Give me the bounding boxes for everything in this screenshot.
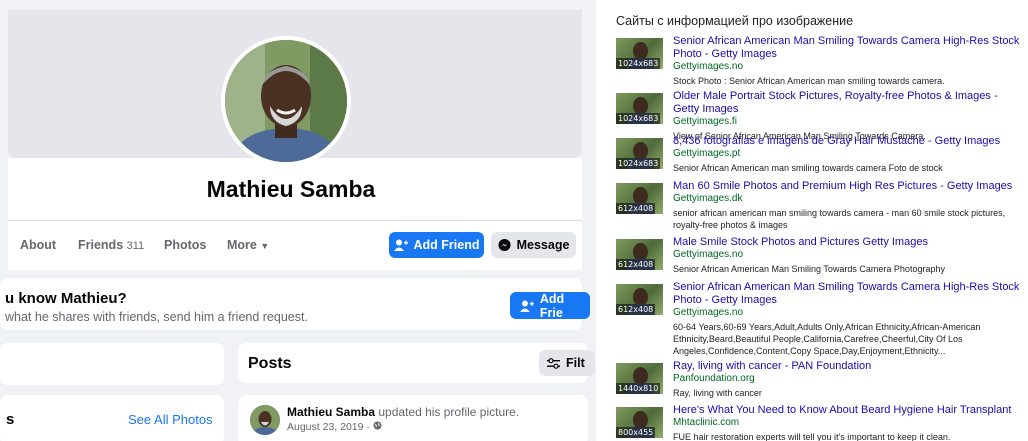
result-thumbnail[interactable]: 1024x683 — [616, 138, 663, 169]
thumbnail-dimensions: 1024x683 — [616, 58, 661, 69]
result-title-link[interactable]: Ray, living with cancer - PAN Foundation — [673, 360, 1025, 373]
result-thumbnail[interactable]: 1440x810 — [616, 363, 663, 394]
friends-count: 311 — [126, 240, 145, 252]
photos-heading: s — [6, 411, 15, 428]
results-heading: Сайты с информацией про изображение — [616, 14, 854, 28]
thumbnail-dimensions: 1440x810 — [616, 383, 661, 394]
image-search-results-panel: Сайты с информацией про изображение 1024… — [596, 0, 1028, 441]
filters-label: Filt — [566, 356, 585, 370]
message-button[interactable]: Message — [491, 232, 576, 258]
thumbnail-dimensions: 612x408 — [616, 259, 656, 270]
profile-picture[interactable] — [221, 36, 351, 166]
add-friend-card-label: Add Frie — [539, 291, 565, 320]
result-thumbnail[interactable]: 800x455 — [616, 407, 663, 438]
result-title-link[interactable]: Man 60 Smile Photos and Premium High Res… — [673, 180, 1025, 193]
post-author-name[interactable]: Mathieu Samba — [287, 405, 375, 419]
post-meta: August 23, 2019 · — [287, 421, 382, 433]
tab-about-label: About — [20, 238, 57, 252]
post-date[interactable]: August 23, 2019 · — [287, 421, 373, 433]
tab-photos[interactable]: Photos — [164, 238, 206, 252]
result-description: Ray, living with cancer — [673, 388, 762, 398]
know-prompt-subtitle: what he shares with friends, send him a … — [5, 310, 308, 324]
post-header-line: Mathieu Samba updated his profile pictur… — [287, 405, 519, 419]
tab-more[interactable]: More ▼ — [227, 238, 269, 252]
result-source[interactable]: Gettyimages.pt — [673, 148, 1025, 160]
result-title-link[interactable]: Older Male Portrait Stock Pictures, Roya… — [673, 90, 1025, 116]
profile-name: Mathieu Samba — [206, 176, 376, 202]
thumbnail-dimensions: 612x408 — [616, 304, 656, 315]
result-description: Senior African American Man Smiling Towa… — [673, 264, 945, 274]
result-description: 60-64 Years,60-69 Years,Adult,Adults Onl… — [673, 322, 981, 356]
caret-down-icon: ▼ — [260, 241, 270, 251]
thumbnail-dimensions: 800x455 — [616, 427, 656, 438]
result-title-link[interactable]: 8,436 fotografias e imagens de Gray Hair… — [673, 135, 1025, 148]
result-title-link[interactable]: Male Smile Stock Photos and Pictures Get… — [673, 236, 1025, 249]
thumbnail-dimensions: 1024x683 — [616, 113, 661, 124]
thumbnail-dimensions: 612x408 — [616, 203, 656, 214]
result-description: senior african american man smiling towa… — [673, 208, 1006, 230]
post-author-avatar[interactable] — [250, 405, 280, 435]
result-source[interactable]: Gettyimages.dk — [673, 193, 1025, 205]
add-person-icon — [393, 239, 408, 251]
result-description: FUE hair restoration experts will tell y… — [673, 432, 951, 441]
result-thumbnail[interactable]: 612x408 — [616, 239, 663, 270]
intro-card — [0, 343, 224, 385]
result-thumbnail[interactable]: 1024x683 — [616, 93, 663, 124]
see-all-photos-link[interactable]: See All Photos — [128, 412, 213, 427]
post-action-text: updated his profile picture. — [378, 405, 520, 419]
result-source[interactable]: Gettyimages.no — [673, 249, 1025, 261]
add-friend-card-button[interactable]: Add Frie — [510, 291, 590, 320]
result-title-link[interactable]: Senior African American Man Smiling Towa… — [673, 281, 1025, 307]
result-source[interactable]: Panfoundation.org — [673, 373, 1025, 385]
filter-sliders-icon — [547, 357, 560, 369]
result-thumbnail[interactable]: 612x408 — [616, 284, 663, 315]
tab-friends-label: Friends — [78, 238, 124, 252]
facebook-profile-panel: Mathieu Samba About Friends 311 Photos M… — [0, 0, 596, 441]
add-friend-button[interactable]: Add Friend — [389, 232, 484, 258]
result-title-link[interactable]: Here's What You Need to Know About Beard… — [673, 404, 1025, 417]
filters-button[interactable]: Filt — [539, 350, 595, 376]
public-globe-icon — [373, 421, 382, 430]
post-author-avatar-image — [250, 405, 280, 435]
result-title-link[interactable]: Senior African American Man Smiling Towa… — [673, 35, 1025, 61]
messenger-icon — [498, 238, 511, 251]
tab-about[interactable]: About — [20, 238, 56, 252]
result-source[interactable]: Gettyimages.no — [673, 61, 1025, 73]
result-thumbnail[interactable]: 1024x683 — [616, 38, 663, 69]
result-thumbnail[interactable]: 612x408 — [616, 183, 663, 214]
message-label: Message — [516, 238, 570, 252]
profile-picture-image — [225, 40, 347, 162]
result-description: Senior African American man smiling towa… — [673, 163, 943, 173]
add-friend-label: Add Friend — [413, 238, 480, 252]
header-divider — [8, 220, 582, 221]
posts-title: Posts — [248, 355, 292, 372]
thumbnail-dimensions: 1024x683 — [616, 158, 661, 169]
result-source[interactable]: Gettyimages.fi — [673, 116, 1025, 128]
tab-photos-label: Photos — [164, 238, 207, 252]
result-source[interactable]: Mhtaclinic.com — [673, 417, 1025, 429]
add-person-icon — [520, 300, 534, 312]
tab-friends[interactable]: Friends 311 — [78, 238, 144, 252]
tab-more-label: More — [227, 238, 257, 252]
result-source[interactable]: Gettyimages.no — [673, 307, 1025, 319]
result-description: Stock Photo : Senior African American ma… — [673, 76, 945, 86]
know-prompt-title: u know Mathieu? — [5, 290, 127, 307]
